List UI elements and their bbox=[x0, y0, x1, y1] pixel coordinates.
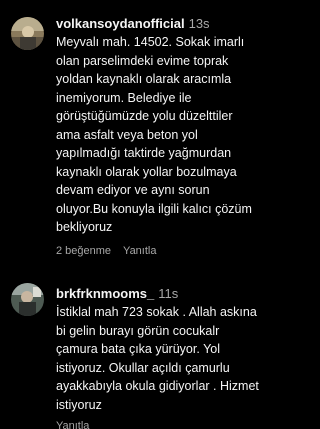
comment-actions: 2 beğenme Yanıtla bbox=[56, 245, 168, 257]
comment-body: brkfrknmooms_ 11s İstiklal mah 723 sokak … bbox=[56, 286, 279, 414]
comment-item: brkfrknmooms_ 11s İstiklal mah 723 sokak … bbox=[0, 280, 281, 429]
comment-text: Meyvalı mah. 14502. Sokak imarlı olan pa… bbox=[56, 35, 252, 234]
comment-body: volkansoydanofficial 13s Meyvalı mah. 145… bbox=[56, 16, 279, 237]
comment-text: İstiklal mah 723 sokak . Allah askına bi… bbox=[56, 305, 259, 412]
avatar[interactable] bbox=[11, 283, 44, 316]
reply-button[interactable]: Yanıtla bbox=[123, 245, 156, 257]
comment-item: volkansoydanofficial 13s Meyvalı mah. 145… bbox=[0, 0, 281, 257]
comment-header: volkansoydanofficial 13s bbox=[56, 16, 279, 32]
comment-time: 11s bbox=[158, 286, 179, 301]
username[interactable]: volkansoydanofficial bbox=[56, 16, 185, 31]
comment-header: brkfrknmooms_ 11s bbox=[56, 286, 279, 302]
avatar[interactable] bbox=[11, 17, 44, 50]
reply-button[interactable]: Yanıtla bbox=[56, 420, 89, 429]
comment-time: 13s bbox=[188, 16, 210, 31]
avatar-photo bbox=[11, 283, 44, 316]
comment-actions: Yanıtla bbox=[56, 420, 101, 429]
likes-count-button[interactable]: 2 beğenme bbox=[56, 245, 111, 257]
username[interactable]: brkfrknmooms_ bbox=[56, 286, 154, 301]
avatar-photo bbox=[11, 17, 44, 50]
